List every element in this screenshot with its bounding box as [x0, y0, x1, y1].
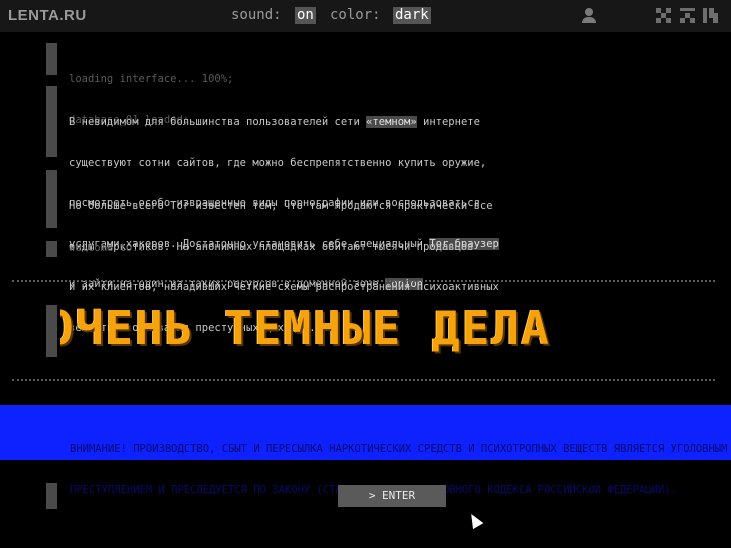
highlight-dark-web: «темном»	[366, 116, 417, 128]
boot-line: loading interface... 100%;	[69, 73, 234, 85]
color-toggle[interactable]: dark	[393, 7, 431, 24]
text: и их клиентов, наладивших четкие схемы р…	[69, 281, 499, 293]
page-title: ОЧЕНЬ ТЕМНЫЕ ДЕЛА	[60, 301, 551, 355]
text: существуют сотни сайтов, где можно беспр…	[69, 156, 487, 169]
terminal-bar	[46, 170, 57, 228]
welcome-text: welcome to...	[69, 242, 152, 254]
terminal-bar	[46, 305, 57, 357]
text: Но больше всего Tor известен тем, что та…	[69, 200, 493, 212]
enter-button[interactable]: > ENTER	[338, 485, 446, 507]
lenta-logo[interactable]: LENTA.RU	[8, 7, 87, 24]
terminal-bar	[46, 43, 57, 75]
text: В невидимом для большинства пользователе…	[69, 116, 367, 128]
top-bar: LENTA.RU sound: on color: dark	[0, 0, 731, 32]
sound-label: sound:	[231, 7, 282, 23]
divider	[12, 379, 715, 381]
terminal-bar	[46, 483, 57, 509]
user-icon[interactable]	[582, 8, 596, 23]
legal-warning-banner: ВНИМАНИЕ! ПРОИЗВОДСТВО, СБЫТ И ПЕРЕСЫЛКА…	[0, 405, 731, 496]
terminal-bar	[46, 86, 57, 157]
text: интернете	[416, 116, 480, 128]
sound-toggle[interactable]: on	[295, 7, 316, 24]
divider	[12, 280, 715, 282]
warning-line: ВНИМАНИЕ! ПРОИЗВОДСТВО, СБЫТ И ПЕРЕСЫЛКА…	[70, 443, 728, 455]
color-label: color:	[330, 7, 381, 23]
title-banner: ОЧЕНЬ ТЕМНЫЕ ДЕЛА	[60, 298, 730, 364]
vk-share-icon[interactable]	[656, 8, 671, 23]
terminal-bar	[46, 241, 57, 257]
fb-share-icon[interactable]	[703, 8, 718, 23]
ok-share-icon[interactable]	[680, 8, 695, 23]
